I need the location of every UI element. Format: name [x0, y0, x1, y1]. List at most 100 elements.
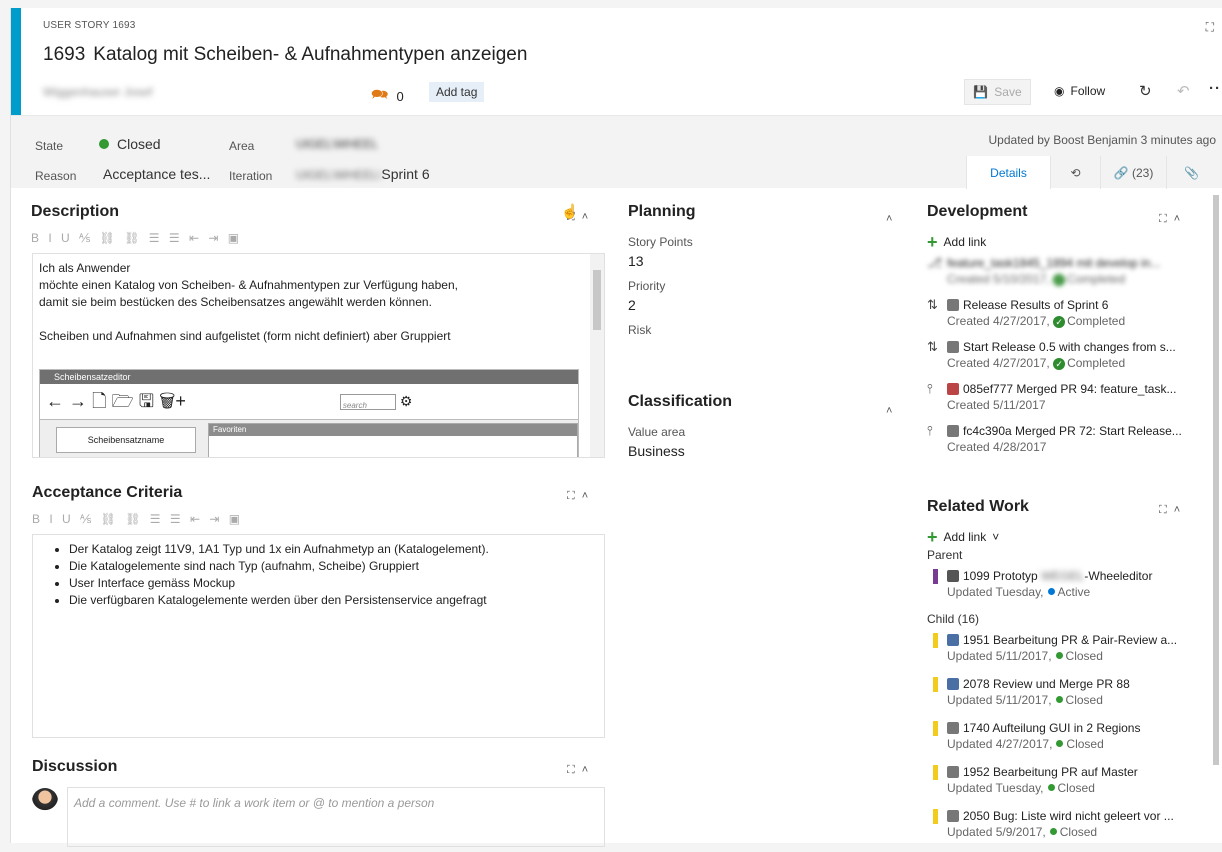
child-updated: Updated 5/9/2017,	[947, 825, 1046, 839]
development-link-meta: Created 5/10/2017, ✓ Completed	[947, 271, 1197, 287]
development-link-date: Created 4/27/2017,	[947, 356, 1050, 370]
status-dot	[1047, 784, 1055, 791]
iteration-field[interactable]: UIGEL\WHEEL\Sprint 6	[296, 166, 430, 182]
development-link-title: fc4c390a Merged PR 72: Start Release...	[963, 424, 1182, 438]
story-color-bar	[933, 765, 938, 780]
follow-button[interactable]: ◉ Follow	[1054, 84, 1105, 98]
save-button[interactable]: 💾 Save	[964, 79, 1031, 105]
state-field[interactable]: Closed	[99, 136, 161, 152]
form-tabs: Details ⟲ 🔗 (23) 📎	[966, 156, 1216, 189]
assignee-field[interactable]: Wiggenhauser Josef	[43, 85, 203, 101]
mockup-button: Scheibensatzname	[56, 427, 196, 453]
development-link-item[interactable]: ⇅ Release Results of Sprint 6 Created 4/…	[927, 297, 1197, 329]
tab-details[interactable]: Details	[966, 156, 1050, 189]
child-updated: Updated 5/11/2017,	[947, 693, 1052, 707]
planning-title: Planning	[628, 203, 696, 220]
page-scrollbar[interactable]	[1213, 195, 1219, 765]
undo-icon[interactable]: ↶	[1177, 82, 1190, 100]
development-link-item[interactable]: ⫯ 085ef777 Merged PR 94: feature_task...…	[927, 381, 1197, 413]
comment-input[interactable]: Add a comment. Use # to link a work item…	[67, 787, 605, 847]
work-item-title[interactable]: 1693 Katalog mit Scheiben- & Aufnahmentyp…	[43, 44, 527, 66]
child-work-item[interactable]: 1952 Bearbeitung PR auf Master Updated T…	[927, 764, 1197, 796]
development-link-item[interactable]: ⇅ Start Release 0.5 with changes from s.…	[927, 339, 1197, 371]
development-link-title: 085ef777 Merged PR 94: feature_task...	[963, 382, 1177, 396]
description-line: Ich als Anwender	[39, 261, 131, 275]
work-item-header: USER STORY 1693 1693 Katalog mit Scheiben…	[21, 8, 1222, 115]
feature-icon	[947, 570, 959, 582]
priority-field[interactable]: 2	[628, 297, 903, 313]
description-scrollbar[interactable]	[590, 254, 604, 457]
development-link-date: Created 5/11/2017	[947, 398, 1046, 412]
child-title: 2078 Review und Merge PR 88	[963, 677, 1130, 691]
development-title: Development	[927, 203, 1028, 220]
rich-text-toolbar[interactable]: B I U ⅍ ⛓ ⛓ ☰ ☰ ⇤ ⇥ ▣	[32, 512, 243, 530]
area-label: Area	[229, 139, 255, 153]
value-area-label: Value area	[628, 425, 686, 439]
story-points-label: Story Points	[628, 235, 693, 249]
child-updated: Updated Tuesday,	[947, 781, 1044, 795]
related-work-collapse-controls[interactable]: ⛶ ˄	[1159, 504, 1182, 517]
child-updated: Updated 5/11/2017,	[947, 649, 1052, 663]
development-link-meta: Created 4/27/2017, ✓ Completed	[947, 313, 1197, 329]
acceptance-editor[interactable]: Der Katalog zeigt 11V9, 1A1 Typ und 1x e…	[32, 534, 605, 738]
child-work-item[interactable]: 2050 Bug: Liste wird nicht geleert vor .…	[927, 808, 1197, 840]
value-area-field[interactable]: Business	[628, 443, 903, 459]
feature-color-bar	[933, 569, 938, 584]
iteration-label: Iteration	[229, 169, 273, 183]
related-add-link-button[interactable]: + Add link ˅	[927, 528, 1197, 546]
planning-section: Planning Story Points 13 Priority 2 Risk…	[628, 203, 903, 469]
tab-links[interactable]: 🔗 (23)	[1100, 156, 1166, 189]
tab-attachments[interactable]: 📎	[1166, 156, 1216, 189]
story-points-field[interactable]: 13	[628, 253, 903, 269]
child-work-item[interactable]: 1951 Bearbeitung PR & Pair-Review a... U…	[927, 632, 1197, 664]
development-add-link-button[interactable]: + Add link	[927, 233, 1197, 251]
reason-label: Reason	[35, 169, 77, 183]
acceptance-collapse-controls[interactable]: ⛶ ˄	[567, 490, 590, 503]
classification-collapse-icon[interactable]: ˄	[886, 405, 894, 417]
pull-request-icon: ⇅	[927, 339, 938, 354]
child-work-item[interactable]: 1740 Aufteilung GUI in 2 Regions Updated…	[927, 720, 1197, 752]
reason-field[interactable]: Acceptance tes...	[103, 166, 210, 182]
story-color-bar	[933, 721, 938, 736]
child-work-item[interactable]: 2078 Review und Merge PR 88 Updated 5/11…	[927, 676, 1197, 708]
work-item-title-text[interactable]: Katalog mit Scheiben- & Aufnahmentypen a…	[93, 44, 527, 65]
tab-history[interactable]: ⟲	[1050, 156, 1100, 189]
add-tag-button[interactable]: Add tag	[429, 82, 485, 102]
fullscreen-icon[interactable]: ⛶	[1206, 20, 1214, 35]
description-section: Description B I U ⅍ ⛓ ⛓ ☰ ☰ ⇤ ⇥ ▣	[31, 203, 604, 249]
parent-updated: Updated Tuesday,	[947, 585, 1044, 599]
story-color-bar	[933, 633, 938, 648]
refresh-icon[interactable]: ↻	[1139, 82, 1152, 100]
commit-icon: ⫯	[927, 381, 933, 396]
risk-field[interactable]	[628, 341, 903, 359]
development-collapse-controls[interactable]: ⛶ ˄	[1159, 213, 1182, 226]
comment-count[interactable]: 🗪 0	[371, 84, 404, 108]
area-field[interactable]: UIGEL\WHEEL	[296, 137, 378, 151]
rich-text-toolbar[interactable]: B I U ⅍ ⛓ ⛓ ☰ ☰ ⇤ ⇥ ▣	[31, 231, 604, 249]
links-count: (23)	[1131, 165, 1154, 180]
description-line: damit sie beim bestücken des Scheibensat…	[39, 295, 432, 309]
completed-icon: ✓	[1053, 274, 1066, 286]
parent-work-item[interactable]: 1099 Prototyp WEGEL-Wheeleditor Updated …	[927, 568, 1197, 600]
mockup-nav-icons: ← → 🗋 🗁 🖫 🗑+	[46, 391, 186, 411]
updated-by-text[interactable]: Updated by Boost Benjamin 3 minutes ago	[989, 133, 1216, 147]
child-updated: Updated 4/27/2017,	[947, 737, 1053, 751]
mockup-titlebar: Scheibensatzeditor	[40, 370, 578, 384]
completed-icon: ✓	[1053, 358, 1066, 370]
development-link-title: feature_task1845_1894 mit develop in...	[947, 256, 1161, 270]
iteration-value: Sprint 6	[381, 166, 430, 182]
status-dot	[1047, 588, 1055, 595]
description-editor[interactable]: Ich als Anwender möchte einen Katalog vo…	[32, 253, 605, 458]
child-title: 2050 Bug: Liste wird nicht geleert vor .…	[963, 809, 1174, 823]
more-actions-icon[interactable]: ···	[1209, 80, 1222, 97]
discussion-collapse-controls[interactable]: ⛶ ˄	[567, 764, 590, 777]
scroll-thumb[interactable]	[593, 270, 601, 330]
planning-collapse-icon[interactable]: ˄	[886, 213, 894, 225]
development-link-item[interactable]: ⫯ fc4c390a Merged PR 72: Start Release..…	[927, 423, 1197, 455]
work-item-id: 1693	[43, 44, 86, 65]
avatar	[947, 383, 959, 395]
development-link-item[interactable]: ⎇ feature_task1845_1894 mit develop in..…	[927, 255, 1197, 287]
state-value: Closed	[117, 136, 161, 152]
development-link-meta: Created 4/27/2017, ✓ Completed	[947, 355, 1197, 371]
avatar	[947, 634, 959, 646]
